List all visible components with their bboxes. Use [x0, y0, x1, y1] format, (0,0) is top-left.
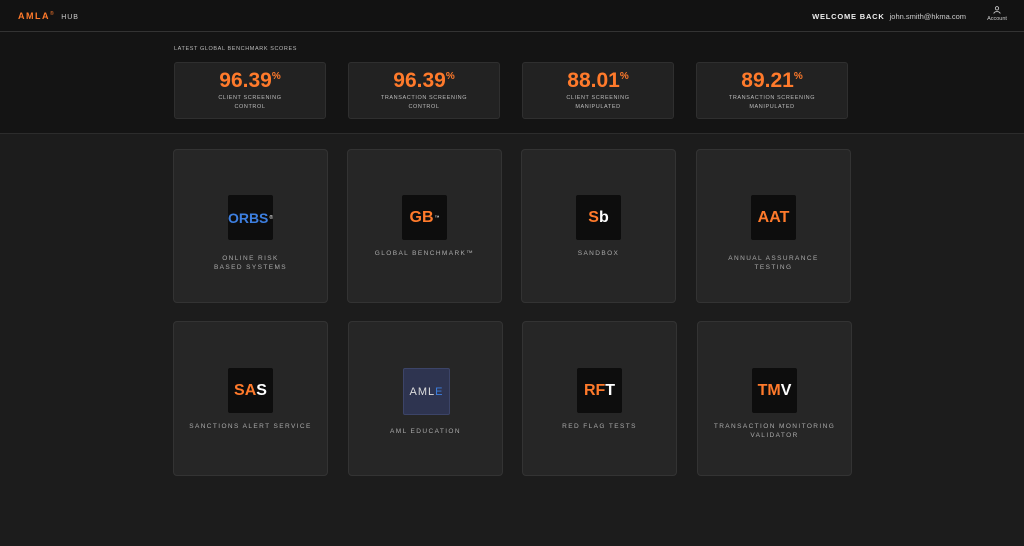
app-tile-label: SANDBOX — [577, 250, 620, 257]
benchmark-title: LATEST GLOBAL BENCHMARK SCORES — [174, 46, 298, 52]
score-value: 96.39 — [219, 69, 272, 92]
score-unit: % — [271, 71, 281, 82]
brand-logo[interactable]: AMLA® HUB — [18, 11, 79, 21]
global-benchmark-logo: GB ™ — [402, 195, 447, 240]
score-label: TRANSACTION SCREENING MANIPULATED — [728, 95, 816, 110]
sandbox-logo: Sb — [576, 195, 621, 240]
brand-suffix: HUB — [61, 14, 79, 21]
account-label: Account — [987, 16, 1007, 22]
score-value: 89.21 — [741, 69, 794, 92]
user-email: john.smith@hkma.com — [889, 12, 966, 21]
app-tile-aml-education[interactable]: AML E AML EDUCATION — [348, 321, 503, 476]
score-card-transaction-screening-manipulated: 89.21% TRANSACTION SCREENING MANIPULATED — [696, 62, 848, 119]
score-label: TRANSACTION SCREENING CONTROL — [380, 95, 468, 110]
app-tile-red-flag-tests[interactable]: RF T RED FLAG TESTS — [522, 321, 677, 476]
sas-logo: SA S — [228, 368, 273, 413]
score-label: CLIENT SCREENING MANIPULATED — [566, 95, 630, 110]
score-card-transaction-screening-control: 96.39% TRANSACTION SCREENING CONTROL — [348, 62, 500, 119]
account-button[interactable]: Account — [984, 6, 1010, 22]
welcome-label: WELCOME BACK — [812, 12, 885, 21]
score-card-client-screening-control: 96.39% CLIENT SCREENING CONTROL — [174, 62, 326, 119]
app-tile-sanctions-alert-service[interactable]: SA S SANCTIONS ALERT SERVICE — [173, 321, 328, 476]
app-tile-label: AML EDUCATION — [390, 428, 461, 435]
app-tile-label: RED FLAG TESTS — [562, 423, 637, 430]
app-tile-label: SANCTIONS ALERT SERVICE — [189, 423, 312, 430]
rft-logo: RF T — [577, 368, 622, 413]
app-tile-label: ANNUAL ASSURANCE TESTING — [728, 255, 819, 271]
score-value: 96.39 — [393, 69, 446, 92]
brand-name: AMLA — [18, 11, 50, 21]
app-tile-sandbox[interactable]: Sb SANDBOX — [521, 149, 676, 303]
score-unit: % — [445, 71, 455, 82]
app-tile-annual-assurance-testing[interactable]: AAT ANNUAL ASSURANCE TESTING — [696, 149, 851, 303]
app-tile-global-benchmark[interactable]: GB ™ GLOBAL BENCHMARK™ — [347, 149, 502, 303]
amle-logo: AML E — [403, 368, 450, 415]
score-value: 88.01 — [567, 69, 620, 92]
benchmark-panel: LATEST GLOBAL BENCHMARK SCORES 96.39% CL… — [0, 32, 1024, 134]
app-tile-label: ONLINE RISK BASED SYSTEMS — [213, 255, 288, 271]
aat-logo: AAT — [751, 195, 796, 240]
welcome-message: WELCOME BACK john.smith@hkma.com — [812, 12, 966, 21]
brand-mark: ® — [50, 11, 56, 17]
top-bar: AMLA® HUB WELCOME BACK john.smith@hkma.com… — [0, 0, 1024, 32]
score-card-client-screening-manipulated: 88.01% CLIENT SCREENING MANIPULATED — [522, 62, 674, 119]
app-tile-orbs[interactable]: ORBS ® ONLINE RISK BASED SYSTEMS — [173, 149, 328, 303]
app-tile-label: GLOBAL BENCHMARK™ — [374, 250, 475, 257]
orbs-logo: ORBS ® — [228, 195, 273, 240]
app-tile-label: TRANSACTION MONITORING VALIDATOR — [713, 423, 836, 439]
app-tile-transaction-monitoring-validator[interactable]: TM V TRANSACTION MONITORING VALIDATOR — [697, 321, 852, 476]
score-unit: % — [793, 71, 803, 82]
user-icon — [993, 6, 1001, 14]
score-unit: % — [619, 71, 629, 82]
tmv-logo: TM V — [752, 368, 797, 413]
score-label: CLIENT SCREENING CONTROL — [218, 95, 282, 110]
